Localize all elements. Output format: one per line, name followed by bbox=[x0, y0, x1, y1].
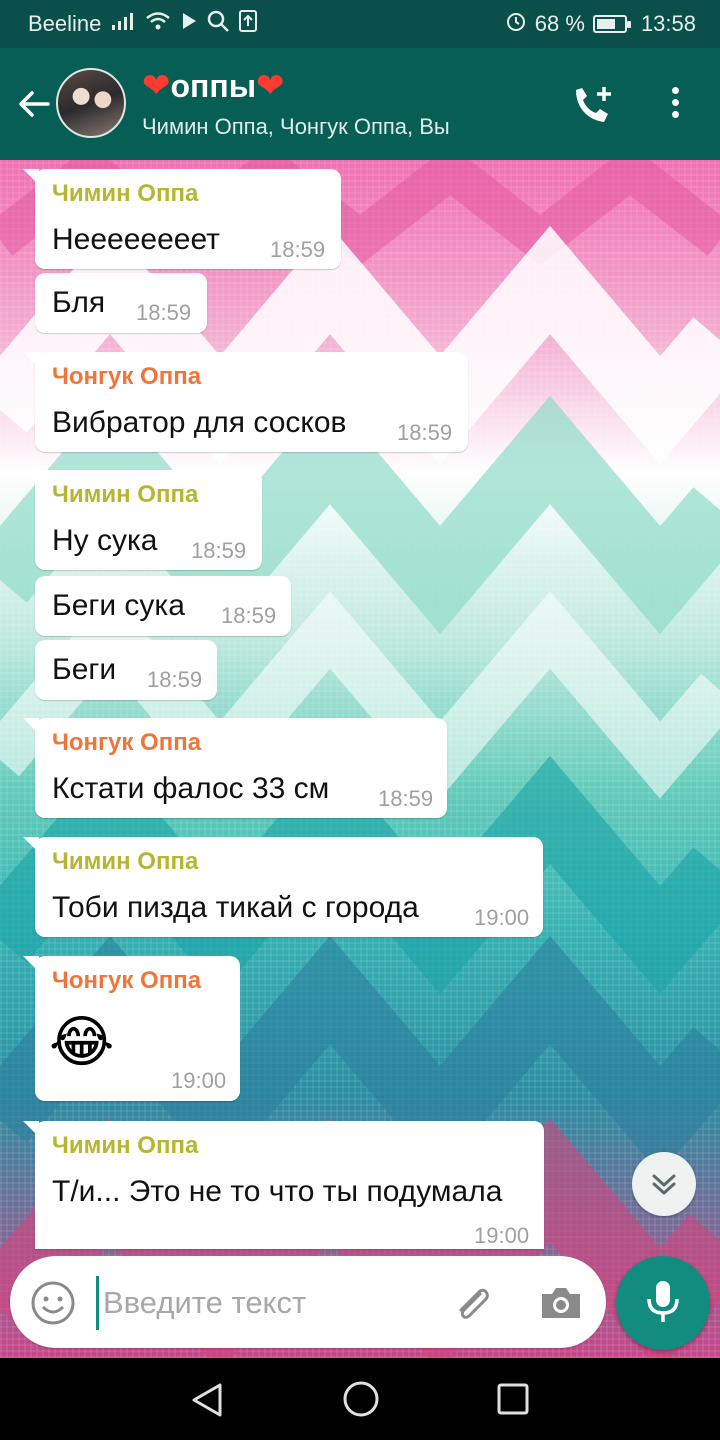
group-avatar[interactable] bbox=[56, 68, 126, 138]
carrier-label: Beeline bbox=[28, 11, 102, 36]
message-sender: Чимин Оппа bbox=[52, 481, 199, 508]
message-text: Тоби пизда тикай с города bbox=[52, 891, 419, 924]
message-time: 18:59 bbox=[378, 786, 434, 811]
message-text: Неееееееет bbox=[52, 223, 220, 256]
message-bubble[interactable]: Чонгук Оппа Вибратор для сосков 18:59 bbox=[23, 352, 468, 452]
chat-title: ❤ оппы ❤ bbox=[142, 66, 450, 106]
scroll-to-bottom-button[interactable] bbox=[632, 1152, 696, 1216]
search-icon bbox=[207, 10, 230, 38]
wifi-icon bbox=[145, 11, 171, 37]
message-time: 19:00 bbox=[171, 1068, 227, 1093]
message-bubble[interactable]: Беги сука 18:59 bbox=[35, 576, 291, 636]
chat-participants: Чимин Оппа, Чонгук Оппа, Вы bbox=[142, 114, 450, 139]
message-time: 18:59 bbox=[397, 420, 453, 445]
message-bubble[interactable]: Чонгук Оппа Кстати фалос 33 см 18:59 bbox=[23, 718, 447, 818]
chat-title-block[interactable]: ❤ оппы ❤ Чимин Оппа, Чонгук Оппа, Вы bbox=[142, 66, 450, 140]
battery-percent: 68 % bbox=[534, 11, 585, 36]
message-bubble[interactable]: Беги 18:59 bbox=[35, 640, 217, 700]
chat-background: Чимин Оппа Неееееееет 18:59 Бля 18:59 Чо… bbox=[0, 160, 720, 1358]
battery-icon bbox=[592, 15, 631, 33]
message-time: 19:00 bbox=[474, 1223, 530, 1248]
message-time: 18:59 bbox=[221, 603, 277, 628]
upload-icon bbox=[239, 10, 258, 38]
message-bubble[interactable]: Чонгук Оппа 😂 19:00 bbox=[23, 956, 240, 1101]
nav-recent-icon[interactable] bbox=[496, 1382, 530, 1421]
signal-icon bbox=[111, 11, 135, 37]
message-bubble[interactable]: Чимин Оппа Ну сука 18:59 bbox=[23, 470, 262, 570]
message-sender: Чимин Оппа bbox=[52, 180, 199, 207]
mic-icon bbox=[647, 1281, 679, 1322]
laughing-emoji: 😂 bbox=[49, 1010, 115, 1073]
more-vert-icon[interactable] bbox=[660, 84, 690, 124]
message-sender: Чимин Оппа bbox=[52, 1132, 199, 1159]
message-sender: Чонгук Оппа bbox=[52, 363, 202, 390]
message-text: Вибратор для сосков bbox=[52, 406, 347, 439]
message-bubble[interactable]: Чимин Оппа Неееееееет 18:59 bbox=[23, 169, 341, 269]
message-text: Кстати фалос 33 см bbox=[52, 772, 330, 805]
message-text: Бля bbox=[52, 286, 106, 319]
message-composer bbox=[10, 1256, 606, 1348]
status-bar: Beeline 68 % 13:58 bbox=[0, 0, 720, 48]
attach-icon[interactable] bbox=[450, 1280, 496, 1326]
heart-emoji: ❤ bbox=[256, 67, 285, 105]
chat-title-text: оппы bbox=[170, 67, 257, 104]
camera-icon[interactable] bbox=[538, 1280, 584, 1326]
heart-emoji: ❤ bbox=[142, 67, 171, 105]
message-time: 18:59 bbox=[147, 667, 203, 692]
message-time: 18:59 bbox=[136, 300, 192, 325]
add-call-icon[interactable] bbox=[570, 84, 616, 126]
message-bubble[interactable]: Бля 18:59 bbox=[35, 273, 207, 333]
message-time: 18:59 bbox=[191, 538, 247, 563]
message-time: 19:00 bbox=[474, 905, 530, 930]
alarm-icon bbox=[505, 10, 527, 38]
chat-header: ❤ оппы ❤ Чимин Оппа, Чонгук Оппа, Вы bbox=[0, 48, 720, 160]
message-time: 18:59 bbox=[270, 237, 326, 262]
message-sender: Чимин Оппа bbox=[52, 848, 199, 875]
play-icon bbox=[181, 12, 197, 36]
message-text: Беги сука bbox=[52, 589, 185, 622]
message-text: Беги bbox=[52, 653, 117, 686]
voice-message-button[interactable] bbox=[616, 1256, 710, 1350]
emoji-icon[interactable] bbox=[30, 1280, 76, 1326]
clock: 13:58 bbox=[640, 11, 696, 36]
message-text: Ну сука bbox=[52, 524, 158, 557]
message-sender: Чонгук Оппа bbox=[52, 967, 202, 994]
message-text: Т/и... Это не то что ты подумала bbox=[52, 1175, 503, 1208]
back-arrow-icon[interactable] bbox=[14, 84, 54, 124]
battery-fill bbox=[596, 19, 615, 29]
nav-back-icon[interactable] bbox=[190, 1382, 224, 1423]
message-input[interactable] bbox=[96, 1276, 435, 1330]
chevron-double-down-icon bbox=[652, 1174, 676, 1195]
message-bubble[interactable]: Чимин Оппа Тоби пизда тикай с города 19:… bbox=[23, 837, 543, 937]
message-sender: Чонгук Оппа bbox=[52, 729, 202, 756]
system-nav-bar bbox=[0, 1358, 720, 1440]
nav-home-icon[interactable] bbox=[342, 1380, 380, 1423]
message-bubble[interactable]: Чимин Оппа Т/и... Это не то что ты подум… bbox=[23, 1121, 544, 1249]
